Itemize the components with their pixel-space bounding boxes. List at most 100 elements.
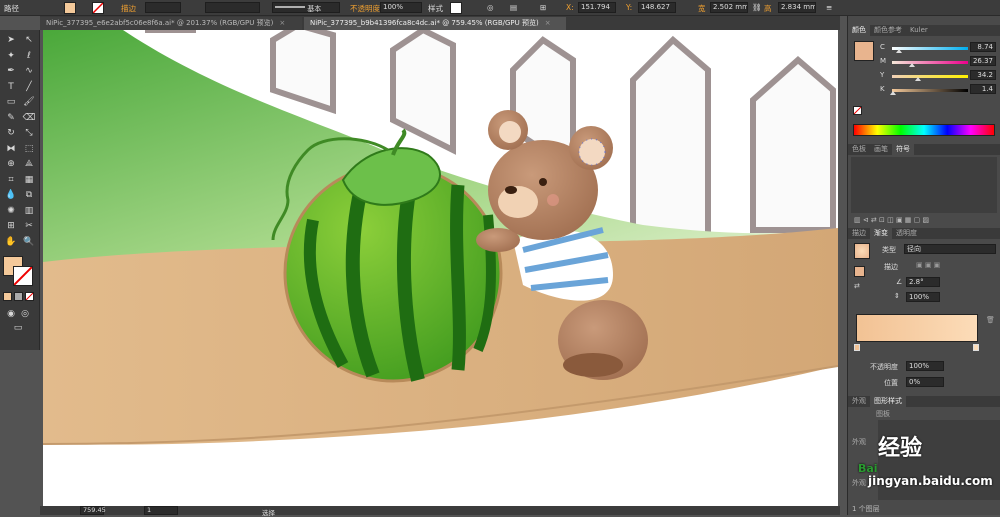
- tab-document-1[interactable]: NiPic_377395_e6e2abf5c06e8f6a.ai* @ 201.…: [40, 17, 302, 30]
- channel-value-input[interactable]: 34.2: [970, 70, 996, 80]
- x-input[interactable]: 151.794: [578, 2, 616, 13]
- hand-icon[interactable]: ✋: [4, 236, 18, 248]
- artboard-icon[interactable]: ⊞: [4, 220, 18, 232]
- gradient-stop-end[interactable]: [973, 344, 979, 351]
- opacity-label[interactable]: 不透明度: [350, 3, 380, 14]
- gradient-location-input[interactable]: 0%: [906, 377, 944, 387]
- draw-normal-icon[interactable]: ◉: [4, 308, 18, 320]
- blend-icon[interactable]: ⧉: [22, 189, 36, 201]
- channel-y-row[interactable]: Y 34.2: [880, 70, 998, 82]
- slider-knob-icon[interactable]: [909, 63, 916, 67]
- channel-m-row[interactable]: M 26.37: [880, 56, 998, 68]
- stroke-weight-input[interactable]: [145, 2, 181, 13]
- shape-builder-icon[interactable]: ⊕: [4, 158, 18, 170]
- paintbrush-icon[interactable]: 🖌: [22, 96, 36, 108]
- column-graph-icon[interactable]: ▥: [22, 205, 36, 217]
- rectangle-tool-icon[interactable]: ▭: [4, 96, 18, 108]
- tab-graphic-styles[interactable]: 图形样式: [870, 396, 906, 407]
- selection-tool-icon[interactable]: ➤: [4, 34, 18, 46]
- reverse-gradient-icon[interactable]: ⇄: [854, 282, 860, 290]
- none-color-icon[interactable]: [853, 106, 862, 115]
- link-icon[interactable]: ⛓: [752, 3, 762, 12]
- close-icon[interactable]: ×: [545, 19, 551, 27]
- align-icon[interactable]: ▤: [510, 3, 517, 12]
- channel-slider[interactable]: [892, 75, 968, 78]
- opacity-input[interactable]: 100%: [380, 2, 422, 13]
- color-swatch[interactable]: [854, 41, 874, 61]
- pen-tool-icon[interactable]: ✒: [4, 65, 18, 77]
- tab-color-guide[interactable]: 颜色参考: [870, 25, 906, 36]
- w-input[interactable]: 2.502 mm: [710, 2, 748, 13]
- gradient-icon[interactable]: ▦: [22, 174, 36, 186]
- fill-stroke-indicator[interactable]: [854, 266, 865, 277]
- screen-mode-icon[interactable]: ▭: [11, 322, 25, 334]
- tab-symbols[interactable]: 符号: [892, 144, 914, 155]
- perspective-icon[interactable]: ⟁: [22, 158, 36, 170]
- slice-icon[interactable]: ✂: [22, 220, 36, 232]
- channel-value-input[interactable]: 1.4: [970, 84, 996, 94]
- direct-selection-tool-icon[interactable]: ↖: [22, 34, 36, 46]
- stroke-label[interactable]: 描边: [121, 3, 136, 14]
- gradient-preview[interactable]: [854, 243, 870, 259]
- gradient-stop-start[interactable]: [854, 344, 860, 351]
- lasso-icon[interactable]: ℓ: [22, 50, 36, 62]
- recolor-icon[interactable]: ◎: [487, 3, 494, 12]
- type-tool-icon[interactable]: T: [4, 81, 18, 93]
- channel-value-input[interactable]: 26.37: [970, 56, 996, 66]
- variable-width-select[interactable]: [205, 2, 260, 13]
- tab-transparency[interactable]: 透明度: [892, 228, 921, 239]
- color-spectrum[interactable]: [853, 124, 995, 136]
- gradient-angle-input[interactable]: 2.8°: [906, 277, 940, 287]
- close-icon[interactable]: ×: [279, 19, 285, 27]
- channel-c-row[interactable]: C 8.74: [880, 42, 998, 54]
- zoom-icon[interactable]: 🔍: [22, 236, 36, 248]
- tab-swatches[interactable]: 色板: [848, 144, 870, 155]
- stroke-swatch[interactable]: [92, 2, 104, 14]
- pencil-icon[interactable]: ✎: [4, 112, 18, 124]
- gradient-type-select[interactable]: 径向: [904, 244, 996, 254]
- channel-slider[interactable]: [892, 89, 968, 92]
- tab-appearance[interactable]: 外观: [848, 396, 870, 407]
- stroke-color-box[interactable]: [13, 266, 33, 286]
- none-mode-icon[interactable]: [25, 292, 34, 301]
- gradient-mode-icon[interactable]: [14, 292, 23, 301]
- h-input[interactable]: 2.834 mm: [778, 2, 816, 13]
- gradient-opacity-input[interactable]: 100%: [906, 361, 944, 371]
- tab-gradient[interactable]: 渐变: [870, 228, 892, 239]
- brush-select[interactable]: 基本: [272, 2, 340, 13]
- fill-swatch[interactable]: [64, 2, 76, 14]
- symbols-library[interactable]: [851, 157, 997, 213]
- artboard-navigator[interactable]: 1: [144, 506, 178, 515]
- artboard-canvas[interactable]: [43, 30, 838, 506]
- tab-stroke[interactable]: 描边: [848, 228, 870, 239]
- eraser-icon[interactable]: ⌫: [22, 112, 36, 124]
- symbol-sprayer-icon[interactable]: ✺: [4, 205, 18, 217]
- width-tool-icon[interactable]: ⧓: [4, 143, 18, 155]
- status-mode[interactable]: 选择: [262, 507, 275, 517]
- channel-k-row[interactable]: K 1.4: [880, 84, 998, 96]
- mesh-icon[interactable]: ⌗: [4, 174, 18, 186]
- channel-slider[interactable]: [892, 61, 968, 64]
- scale-icon[interactable]: ⤡: [22, 127, 36, 139]
- channel-slider[interactable]: [892, 47, 968, 50]
- free-transform-icon[interactable]: ⬚: [22, 143, 36, 155]
- curvature-icon[interactable]: ∿: [22, 65, 36, 77]
- color-mode-icon[interactable]: [3, 292, 12, 301]
- transform-icon[interactable]: ⊞: [540, 3, 546, 12]
- draw-behind-icon[interactable]: ◎: [18, 308, 32, 320]
- slider-knob-icon[interactable]: [890, 91, 897, 95]
- y-input[interactable]: 148.627: [638, 2, 676, 13]
- zoom-input[interactable]: 759.45: [80, 506, 106, 515]
- tab-brushes[interactable]: 画笔: [870, 144, 892, 155]
- gradient-aspect-input[interactable]: 100%: [906, 292, 940, 302]
- stroke-gradient-icons[interactable]: ▣ ▣ ▣: [916, 261, 940, 269]
- symbols-footer-icons[interactable]: ▥ ⊲ ⇄ ⊡ ◫ ▣ ▦ ▢ ▨: [854, 216, 929, 224]
- slider-knob-icon[interactable]: [914, 77, 921, 81]
- channel-value-input[interactable]: 8.74: [970, 42, 996, 52]
- delete-stop-icon[interactable]: 🗑: [986, 316, 995, 324]
- style-swatch[interactable]: [450, 2, 462, 14]
- panel-menu-icon[interactable]: ≡: [826, 3, 832, 12]
- tab-color[interactable]: 颜色: [848, 25, 870, 36]
- slider-knob-icon[interactable]: [895, 49, 902, 53]
- gradient-slider[interactable]: [856, 314, 978, 342]
